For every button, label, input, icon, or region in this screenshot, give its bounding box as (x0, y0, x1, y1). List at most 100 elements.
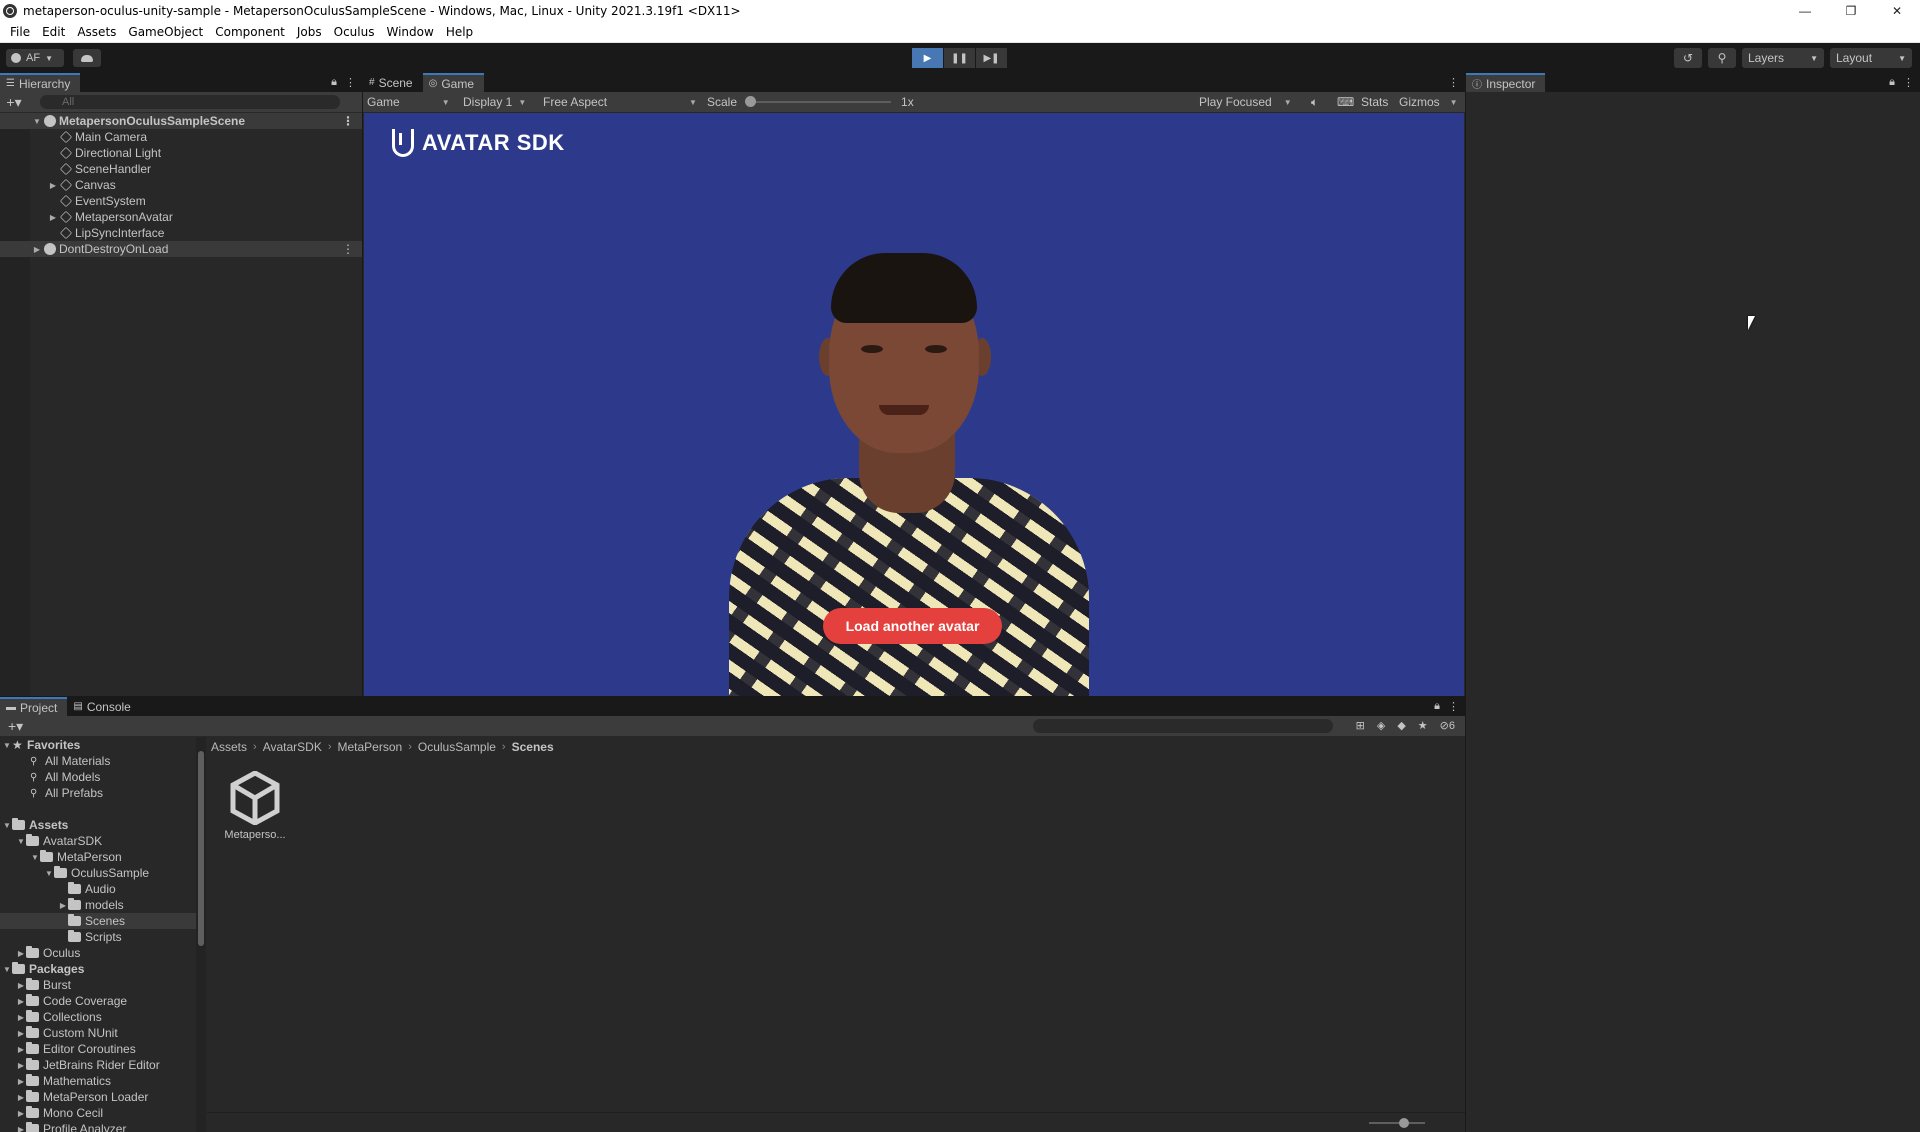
play-button[interactable]: ▶ (912, 48, 943, 68)
kebab-menu-icon[interactable]: ⋮ (345, 76, 356, 89)
hierarchy-search-input[interactable]: All (40, 95, 340, 109)
menu-jobs[interactable]: Jobs (291, 25, 328, 39)
expand-arrow-icon[interactable]: ▶ (16, 949, 26, 958)
expand-arrow-icon[interactable]: ▼ (2, 965, 12, 974)
hierarchy-item[interactable]: ▶ MetapersonAvatar (0, 209, 362, 225)
tree-folder[interactable]: ▼ AvatarSDK (0, 833, 196, 849)
stats-button[interactable]: Stats (1361, 95, 1388, 109)
expand-arrow-icon[interactable]: ▼ (16, 837, 26, 846)
expand-arrow-icon[interactable]: ▼ (2, 741, 12, 750)
tree-folder[interactable]: ▶ models (0, 897, 196, 913)
scale-slider-knob[interactable] (745, 96, 757, 107)
tree-package[interactable]: ▶ Profile Analyzer (0, 1121, 196, 1132)
hierarchy-item[interactable]: Directional Light (0, 145, 362, 161)
kebab-menu-icon[interactable]: ⋮ (342, 114, 354, 128)
tab-game[interactable]: ◎ Game (422, 73, 485, 92)
breadcrumb-item[interactable]: AvatarSDK (263, 740, 322, 754)
game-mode-dropdown[interactable]: Game ▼ (367, 95, 450, 109)
menu-help[interactable]: Help (440, 25, 479, 39)
expand-arrow-icon[interactable]: ▶ (16, 981, 26, 990)
hierarchy-item[interactable]: Main Camera (0, 129, 362, 145)
expand-arrow-icon[interactable]: ▶ (16, 1077, 26, 1086)
scale-slider[interactable]: Scale 1x (707, 95, 914, 109)
tree-package[interactable]: ▶ JetBrains Rider Editor (0, 1057, 196, 1073)
expand-arrow-icon[interactable]: ▶ (16, 1093, 26, 1102)
tree-package[interactable]: ▶ Mono Cecil (0, 1105, 196, 1121)
tree-folder[interactable]: ▼ MetaPerson (0, 849, 196, 865)
scale-slider-track[interactable] (745, 96, 892, 107)
filter-by-label-icon[interactable]: ◈ (1377, 719, 1385, 732)
zoom-slider-knob[interactable] (1399, 1118, 1409, 1128)
play-focus-dropdown[interactable]: Play Focused ▼ (1199, 95, 1292, 109)
breadcrumb-current[interactable]: Scenes (512, 740, 554, 754)
menu-oculus[interactable]: Oculus (328, 25, 381, 39)
expand-arrow-icon[interactable]: ▶ (16, 1109, 26, 1118)
tab-scene[interactable]: # Scene (363, 73, 423, 92)
cloud-button[interactable] (73, 49, 101, 67)
hierarchy-item[interactable]: SceneHandler (0, 161, 362, 177)
close-button[interactable]: ✕ (1874, 0, 1920, 21)
layers-dropdown[interactable]: Layers ▼ (1742, 48, 1824, 68)
game-viewport[interactable]: AVATAR SDK Load another avatar (364, 113, 1464, 696)
layout-dropdown[interactable]: Layout ▼ (1830, 48, 1912, 68)
hierarchy-scene-row[interactable]: ▼ MetapersonOculusSampleScene ⋮ (0, 113, 362, 129)
undo-history-button[interactable]: ↺ (1674, 48, 1702, 68)
minimize-button[interactable]: — (1782, 0, 1828, 21)
tree-favorites[interactable]: ▼ ★ Favorites (0, 737, 196, 753)
expand-arrow-icon[interactable]: ▼ (30, 853, 40, 862)
tree-package[interactable]: ▶ Code Coverage (0, 993, 196, 1009)
tab-inspector[interactable]: ⓘ Inspector (1466, 73, 1546, 92)
expand-arrow-icon[interactable]: ▶ (32, 245, 42, 254)
step-button[interactable]: ▶❚ (976, 48, 1007, 68)
expand-arrow-icon[interactable]: ▶ (16, 1045, 26, 1054)
tab-project[interactable]: ▬ Project (0, 697, 68, 716)
expand-arrow-icon[interactable]: ▶ (16, 1013, 26, 1022)
mute-audio-button[interactable]: 🔈︎ (1311, 95, 1318, 110)
tab-console[interactable]: ▤ Console (67, 697, 140, 716)
tree-favorite-item[interactable]: ⚲ All Models (0, 769, 196, 785)
hierarchy-dontdestroy-row[interactable]: ▶ DontDestroyOnLoad ⋮ (0, 241, 362, 257)
expand-arrow-icon[interactable]: ▶ (16, 1125, 26, 1132)
breadcrumb-item[interactable]: Assets (211, 740, 247, 754)
search-button[interactable]: ⚲ (1708, 48, 1736, 68)
add-object-button[interactable]: +▾ (0, 94, 28, 111)
scene-asset-item[interactable]: Metaperso... (223, 769, 287, 841)
tree-package[interactable]: ▶ Editor Coroutines (0, 1041, 196, 1057)
menu-file[interactable]: File (4, 25, 36, 39)
maximize-button[interactable]: ❐ (1828, 0, 1874, 21)
tree-package[interactable]: ▶ Mathematics (0, 1073, 196, 1089)
display-dropdown[interactable]: Display 1 ▼ (463, 95, 526, 109)
tree-favorite-item[interactable]: ⚲ All Prefabs (0, 785, 196, 801)
kebab-menu-icon[interactable]: ⋮ (1448, 76, 1459, 89)
menu-gameobject[interactable]: GameObject (122, 25, 209, 39)
account-dropdown[interactable]: AF ▼ (6, 49, 64, 67)
shortcuts-button[interactable]: ⌨ (1337, 95, 1354, 109)
lock-icon[interactable]: 🔒︎ (1434, 700, 1440, 713)
tag-icon[interactable]: ◆ (1397, 719, 1405, 732)
tree-package[interactable]: ▶ MetaPerson Loader (0, 1089, 196, 1105)
hierarchy-item[interactable]: LipSyncInterface (0, 225, 362, 241)
tree-folder[interactable]: ▶ Oculus (0, 945, 196, 961)
hidden-packages-icon[interactable]: ⊘6 (1440, 719, 1455, 732)
tree-favorite-item[interactable]: ⚲ All Materials (0, 753, 196, 769)
tree-packages[interactable]: ▼ Packages (0, 961, 196, 977)
pause-button[interactable]: ❚❚ (944, 48, 975, 68)
expand-arrow-icon[interactable]: ▼ (2, 821, 12, 830)
tree-assets[interactable]: ▼ Assets (0, 817, 196, 833)
expand-arrow-icon[interactable]: ▼ (44, 869, 54, 878)
expand-arrow-icon[interactable]: ▶ (58, 901, 68, 910)
expand-arrow-icon[interactable]: ▶ (16, 1061, 26, 1070)
project-search-input[interactable] (1033, 719, 1333, 733)
tree-folder[interactable]: ▼ OculusSample (0, 865, 196, 881)
tree-folder[interactable]: Scripts (0, 929, 196, 945)
tree-scrollbar[interactable] (196, 737, 206, 1132)
tree-folder-selected[interactable]: Scenes (0, 913, 196, 929)
tree-folder[interactable]: Audio (0, 881, 196, 897)
breadcrumb-item[interactable]: MetaPerson (338, 740, 403, 754)
menu-assets[interactable]: Assets (71, 25, 122, 39)
aspect-dropdown[interactable]: Free Aspect ▼ (543, 95, 697, 109)
create-asset-button[interactable]: +▾ (8, 718, 23, 735)
menu-component[interactable]: Component (209, 25, 291, 39)
menu-edit[interactable]: Edit (36, 25, 71, 39)
expand-arrow-icon[interactable]: ▶ (48, 213, 58, 222)
